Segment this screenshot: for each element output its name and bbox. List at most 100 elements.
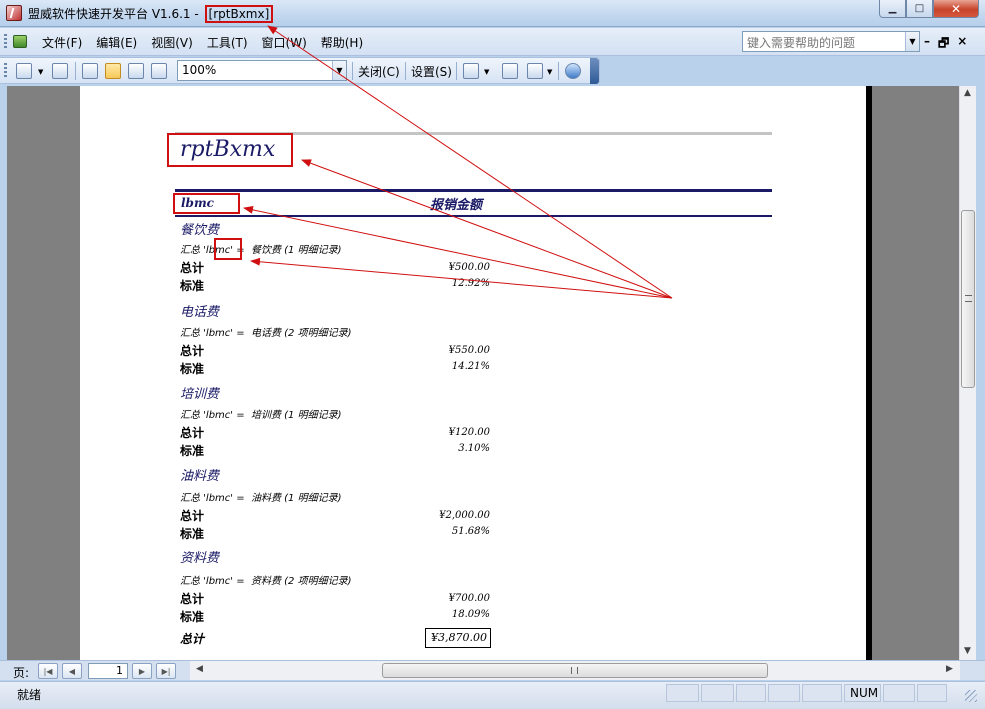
header-rule-bottom	[175, 215, 772, 217]
last-page-icon[interactable]: ▶|	[156, 663, 176, 679]
menu-help[interactable]: 帮助(H)	[321, 34, 371, 51]
total-label: 总计	[180, 261, 205, 275]
group-total: ¥120.00	[448, 427, 490, 438]
toolbar-separator	[352, 62, 353, 80]
group-summary: 汇总 'lbmc' = 餐饮费 (1 明细记录)	[180, 245, 342, 256]
app-icon[interactable]	[6, 5, 22, 21]
scroll-left-icon[interactable]: ◀	[196, 664, 203, 674]
status-text: 就绪	[17, 688, 42, 702]
total-label: 总计	[180, 509, 205, 523]
document-name-highlight: [rptBxmx]	[204, 5, 274, 23]
design-view-icon[interactable]	[16, 63, 32, 79]
group-summary: 汇总 'lbmc' = 电话费 (2 项明细记录)	[180, 328, 352, 339]
group-name: 培训费	[180, 387, 220, 402]
first-page-icon[interactable]: |◀	[38, 663, 58, 679]
help-icon[interactable]	[565, 63, 581, 79]
group-std: 12.92%	[451, 278, 490, 289]
group-summary: 汇总 'lbmc' = 油料费 (1 明细记录)	[180, 493, 342, 504]
group-total: ¥500.00	[448, 262, 490, 273]
horizontal-scrollbar[interactable]: ◀ ▶	[190, 661, 960, 680]
print-preview-toolbar: ▼ 100% ▼ 关闭(C) 设置(S) ▼ ▼	[0, 57, 600, 84]
group-summary: 汇总 'lbmc' = 资料费 (2 项明细记录)	[180, 576, 352, 587]
maximize-button[interactable]: □	[906, 0, 933, 18]
menu-window[interactable]: 窗口(W)	[262, 34, 315, 51]
vertical-scrollbar[interactable]: ▲ ▼	[959, 86, 976, 660]
office-links-icon[interactable]	[463, 63, 479, 79]
page-label: 页:	[13, 666, 30, 680]
vertical-scroll-thumb[interactable]	[961, 210, 975, 388]
group-std: 51.68%	[451, 526, 490, 537]
menu-items: 文件(F) 编辑(E) 视图(V) 工具(T) 窗口(W) 帮助(H)	[42, 34, 377, 51]
multiple-pages-icon[interactable]	[151, 63, 167, 79]
std-label: 标准	[180, 362, 205, 376]
mdi-controls: – 🗗 ×	[924, 34, 967, 55]
close-preview-button[interactable]: 关闭(C)	[358, 63, 400, 80]
print-icon[interactable]	[52, 63, 68, 79]
group-name: 油料费	[180, 469, 220, 484]
mdi-close-button[interactable]: ×	[957, 34, 967, 55]
new-object-dropdown-icon[interactable]: ▼	[547, 68, 552, 76]
group-name: 电话费	[180, 305, 220, 320]
zoom-icon[interactable]	[82, 63, 98, 79]
mdi-minimize-button[interactable]: –	[924, 34, 930, 55]
zoom-dropdown-icon[interactable]: ▼	[332, 61, 346, 80]
status-panel	[883, 684, 915, 702]
menu-edit[interactable]: 编辑(E)	[96, 34, 145, 51]
scroll-up-icon[interactable]: ▲	[964, 88, 971, 98]
resize-grip-icon[interactable]	[965, 690, 977, 702]
field-highlight-box	[214, 238, 242, 260]
mdi-restore-button[interactable]: 🗗	[938, 34, 949, 55]
column-header-lbmc: lbmc	[173, 193, 240, 214]
report-preview-area[interactable]: rptBxmx lbmc 报销金额 餐饮费 汇总 'lbmc' = 餐饮费 (1…	[7, 86, 959, 660]
group-name: 餐饮费	[180, 223, 220, 238]
std-label: 标准	[180, 527, 205, 541]
menu-view[interactable]: 视图(V)	[151, 34, 201, 51]
group-total: ¥2,000.00	[439, 510, 490, 521]
horizontal-scroll-thumb[interactable]	[382, 663, 768, 678]
toolbar-separator	[456, 62, 457, 80]
window-controls: ▁ □ ✕	[879, 0, 979, 18]
scroll-right-icon[interactable]: ▶	[946, 664, 953, 674]
window-title-text: 盟威软件快速开发平台 V1.6.1 -	[28, 7, 203, 21]
new-object-icon[interactable]	[527, 63, 543, 79]
group-summary: 汇总 'lbmc' = 培训费 (1 明细记录)	[180, 410, 342, 421]
scroll-down-icon[interactable]: ▼	[964, 646, 971, 656]
group-std: 18.09%	[451, 609, 490, 620]
toolbar-separator	[75, 62, 76, 80]
page-setup-button[interactable]: 设置(S)	[411, 63, 452, 80]
next-page-icon[interactable]: ▶	[132, 663, 152, 679]
close-button[interactable]: ✕	[933, 0, 979, 18]
help-dropdown-icon[interactable]: ▼	[905, 32, 919, 51]
toolbar-grip-icon[interactable]	[4, 63, 7, 79]
prev-page-icon[interactable]: ◀	[62, 663, 82, 679]
page-number-input[interactable]: 1	[88, 663, 128, 679]
menu-tools[interactable]: 工具(T)	[207, 34, 256, 51]
office-links-dropdown-icon[interactable]: ▼	[484, 68, 489, 76]
toolbar-separator	[558, 62, 559, 80]
toolbar-separator	[405, 62, 406, 80]
menu-file[interactable]: 文件(F)	[42, 34, 90, 51]
hscroll-grip-icon	[571, 667, 578, 674]
grand-total-label: 总计	[180, 632, 205, 646]
zoom-select[interactable]: 100% ▼	[177, 60, 347, 81]
view-dropdown-icon[interactable]: ▼	[38, 68, 43, 76]
grand-total-value: ¥3,870.00	[425, 628, 491, 648]
report-page: rptBxmx lbmc 报销金额 餐饮费 汇总 'lbmc' = 餐饮费 (1…	[80, 86, 872, 660]
group-name: 资料费	[180, 551, 220, 566]
one-page-icon[interactable]	[105, 63, 121, 79]
toolbar-options-icon[interactable]	[590, 58, 599, 84]
database-window-icon[interactable]	[502, 63, 518, 79]
status-bar: 就绪 NUM	[0, 681, 985, 709]
help-search-input[interactable]: 键入需要帮助的问题 ▼	[742, 31, 920, 52]
two-pages-icon[interactable]	[128, 63, 144, 79]
minimize-button[interactable]: ▁	[879, 0, 906, 18]
status-panel	[701, 684, 734, 702]
report-title: rptBxmx	[167, 133, 293, 167]
group-total: ¥550.00	[448, 345, 490, 356]
std-label: 标准	[180, 610, 205, 624]
menu-grip-icon[interactable]	[4, 34, 7, 50]
status-panel	[666, 684, 699, 702]
group-total: ¥700.00	[448, 593, 490, 604]
document-icon[interactable]	[13, 35, 27, 48]
total-label: 总计	[180, 426, 205, 440]
